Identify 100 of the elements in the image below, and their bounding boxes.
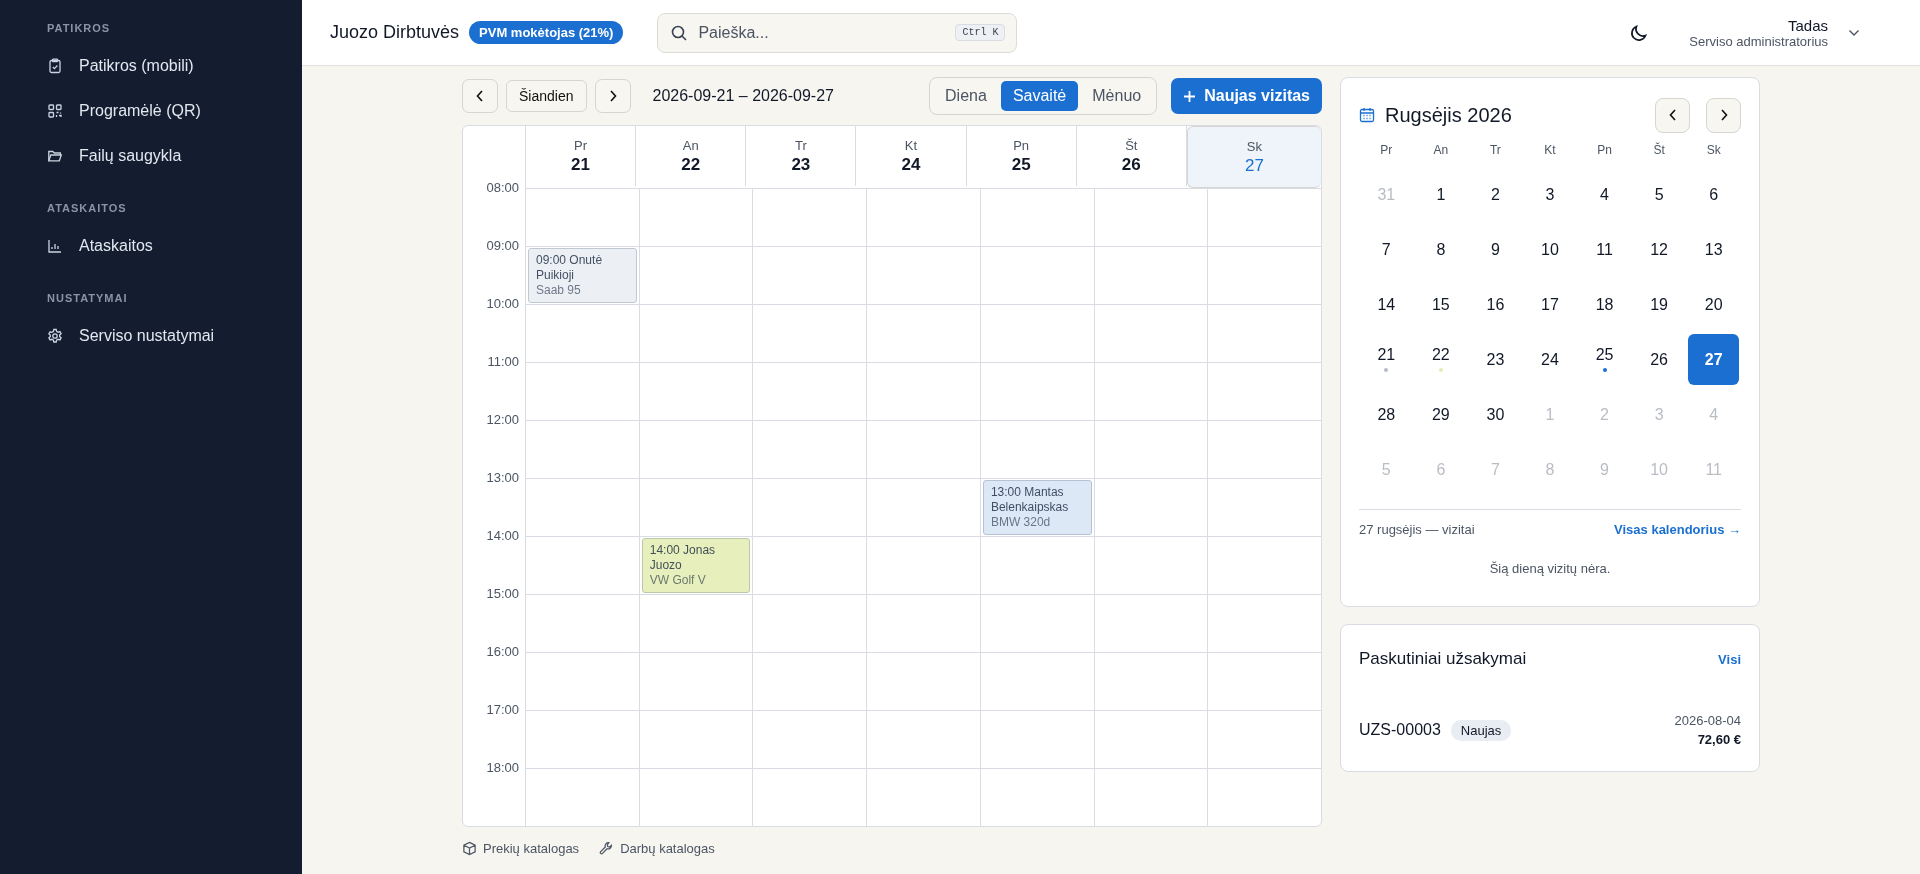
time-slot[interactable] [639,188,754,246]
time-slot[interactable] [867,768,981,826]
calendar-day[interactable]: 7 [1360,224,1412,275]
calendar-day[interactable]: 14 [1360,279,1412,330]
time-slot[interactable] [639,478,754,536]
view-tab[interactable]: Diena [933,81,999,111]
time-slot[interactable] [1094,652,1209,710]
next-button[interactable] [594,79,631,113]
chevron-down-icon[interactable] [1848,28,1860,37]
all-orders-link[interactable]: Visi [1718,651,1741,667]
time-slot[interactable] [639,362,754,420]
calendar-day[interactable]: 16 [1469,279,1521,330]
time-slot[interactable] [526,652,640,710]
time-slot[interactable] [1094,710,1209,768]
calendar-day[interactable]: 25 [1579,334,1631,385]
calendar-day[interactable]: 29 [1415,389,1467,440]
calendar-day[interactable]: 6 [1688,169,1740,220]
nav-item[interactable]: Programėlė (QR) [47,102,201,120]
calendar-day[interactable]: 24 [1524,334,1576,385]
time-slot[interactable] [980,188,1095,246]
time-slot[interactable] [1094,362,1209,420]
time-slot[interactable] [753,536,868,594]
calendar-day[interactable]: 15 [1415,279,1467,330]
time-slot[interactable] [526,304,640,362]
time-slot[interactable] [526,420,640,478]
time-slot[interactable] [753,188,868,246]
calendar-day[interactable]: 21 [1360,334,1412,385]
time-slot[interactable] [867,246,981,304]
time-slot[interactable] [867,536,981,594]
calendar-day[interactable]: 23 [1469,334,1521,385]
time-slot[interactable] [867,420,981,478]
time-slot[interactable] [980,362,1095,420]
time-slot[interactable] [980,652,1095,710]
time-slot[interactable] [1094,478,1209,536]
new-visit-button[interactable]: Naujas vizitas [1171,78,1322,114]
time-slot[interactable] [753,246,868,304]
nav-item[interactable]: Patikros (mobili) [47,57,194,75]
time-slot[interactable] [753,362,868,420]
time-slot[interactable] [867,710,981,768]
nav-item[interactable]: Ataskaitos [47,237,153,255]
time-slot[interactable] [753,652,868,710]
time-slot[interactable] [980,536,1095,594]
time-slot[interactable] [1094,188,1209,246]
calendar-day[interactable]: 22 [1415,334,1467,385]
time-slot[interactable] [753,478,868,536]
calendar-day[interactable]: 13 [1688,224,1740,275]
calendar-day[interactable]: 17 [1524,279,1576,330]
calendar-day[interactable]: 19 [1633,279,1685,330]
calendar-day[interactable]: 4 [1579,169,1631,220]
calendar-day[interactable]: 5 [1633,169,1685,220]
time-slot[interactable] [753,710,868,768]
time-slot[interactable] [753,594,868,652]
time-slot[interactable] [753,420,868,478]
view-tab[interactable]: Savaitė [1000,81,1079,111]
time-slot[interactable] [526,536,640,594]
time-slot[interactable] [526,594,640,652]
time-slot[interactable] [980,246,1095,304]
previous-month-button[interactable] [1655,97,1690,133]
calendar-day[interactable]: 28 [1360,389,1412,440]
time-slot[interactable] [526,768,640,826]
calendar-day[interactable]: 12 [1633,224,1685,275]
nav-item[interactable]: Failų saugykla [47,147,182,165]
next-month-button[interactable] [1706,97,1741,133]
calendar-day[interactable]: 20 [1688,279,1740,330]
calendar-day[interactable]: 2 [1469,169,1521,220]
time-slot[interactable] [980,768,1095,826]
calendar-day[interactable]: 1 [1415,169,1467,220]
time-slot[interactable] [867,478,981,536]
today-button[interactable]: Šiandien [506,80,587,112]
time-slot[interactable] [980,710,1095,768]
calendar-day[interactable]: 30 [1469,389,1521,440]
time-slot[interactable] [867,652,981,710]
calendar-day[interactable]: 8 [1415,224,1467,275]
time-slot[interactable] [980,304,1095,362]
time-slot[interactable] [1094,420,1209,478]
calendar-day[interactable]: 10 [1524,224,1576,275]
view-tab[interactable]: Mėnuo [1080,81,1154,111]
calendar-day[interactable]: 3 [1524,169,1576,220]
time-slot[interactable] [1094,536,1209,594]
time-slot[interactable] [639,652,754,710]
dark-mode-icon[interactable] [1629,22,1650,43]
full-calendar-link[interactable]: Visas kalendorius → [1614,522,1741,537]
previous-button[interactable] [462,79,498,113]
nav-item[interactable]: Serviso nustatymai [47,327,215,345]
time-slot[interactable] [526,188,640,246]
time-slot[interactable] [753,768,868,826]
catalog-link[interactable]: Darbų katalogas [599,841,715,856]
time-slot[interactable] [980,594,1095,652]
time-slot[interactable] [867,594,981,652]
calendar-day[interactable]: 27 [1688,334,1740,385]
time-slot[interactable] [1094,304,1209,362]
time-slot[interactable] [867,362,981,420]
calendar-day[interactable]: 26 [1633,334,1685,385]
time-slot[interactable] [753,304,868,362]
time-slot[interactable] [867,304,981,362]
time-slot[interactable] [639,594,754,652]
catalog-link[interactable]: Prekių katalogas [462,841,580,856]
time-slot[interactable] [639,768,754,826]
time-slot[interactable] [526,362,640,420]
time-slot[interactable] [639,710,754,768]
